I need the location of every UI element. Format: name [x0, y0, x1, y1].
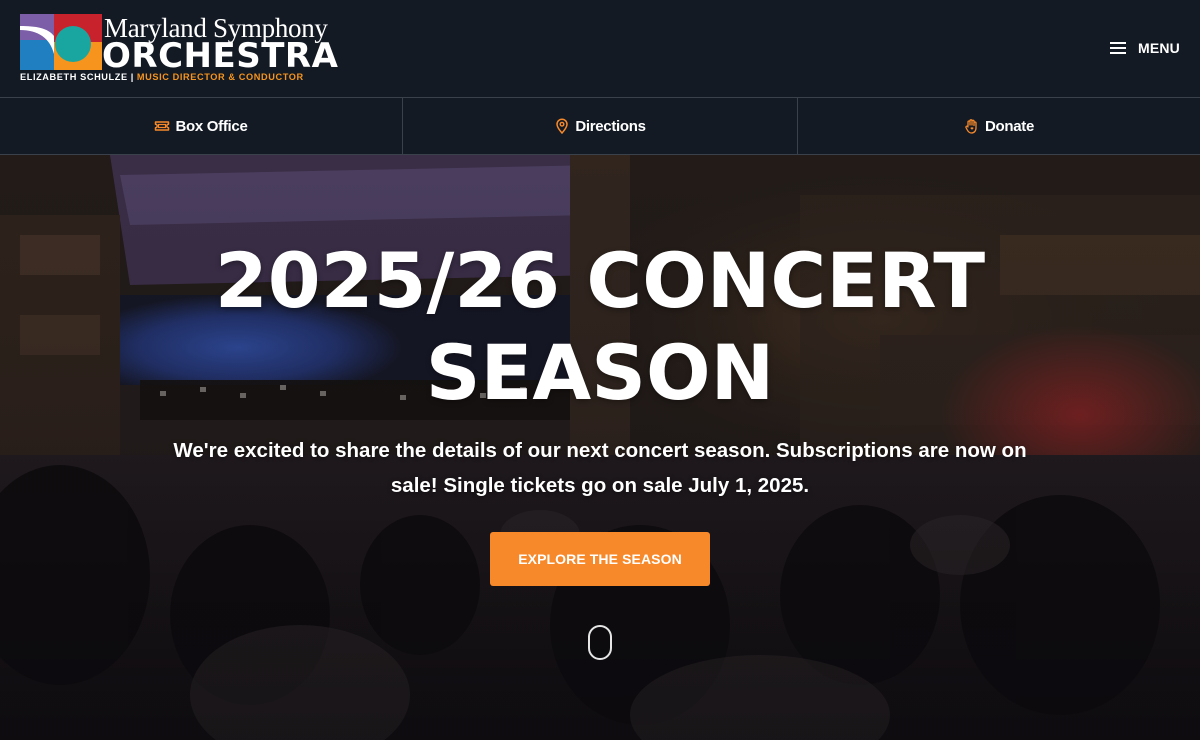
subtitle-separator: | [130, 72, 134, 82]
box-office-link[interactable]: Box Office [0, 98, 402, 154]
utility-nav: Box Office Directions Donate [0, 97, 1200, 155]
hero-title: 2025/26 CONCERT SEASON [0, 235, 1200, 419]
donate-link[interactable]: Donate [797, 98, 1200, 154]
hero-title-line1: 2025/26 CONCERT [214, 236, 986, 325]
directions-link[interactable]: Directions [402, 98, 797, 154]
ticket-icon [155, 121, 170, 131]
director-name: ELIZABETH SCHULZE [20, 72, 128, 82]
hamburger-icon [1109, 42, 1126, 54]
box-office-label: Box Office [175, 117, 248, 135]
menu-button[interactable]: MENU [1109, 38, 1180, 58]
director-title: MUSIC DIRECTOR & CONDUCTOR [136, 72, 304, 82]
hero-title-line2: SEASON [425, 328, 775, 417]
site-logo[interactable]: Maryland Symphony ORCHESTRA ELIZABETH SC… [20, 14, 338, 84]
logo-name-line2: ORCHESTRA [102, 36, 339, 76]
logo-subtitle: ELIZABETH SCHULZE | MUSIC DIRECTOR & CONDU… [20, 72, 304, 83]
orchestra-logo-icon [20, 14, 102, 70]
menu-label: MENU [1137, 40, 1180, 56]
hand-heart-icon [965, 119, 977, 134]
explore-season-button[interactable]: EXPLORE THE SEASON [490, 532, 710, 586]
directions-label: Directions [575, 117, 646, 135]
map-pin-icon [556, 118, 569, 134]
hero-section: 2025/26 CONCERT SEASON We're excited to … [0, 155, 1200, 740]
hero-description: We're excited to share the details of ou… [173, 439, 1027, 497]
donate-label: Donate [984, 117, 1035, 135]
site-header: Maryland Symphony ORCHESTRA ELIZABETH SC… [0, 0, 1200, 97]
mouse-scroll-icon[interactable] [588, 625, 612, 660]
